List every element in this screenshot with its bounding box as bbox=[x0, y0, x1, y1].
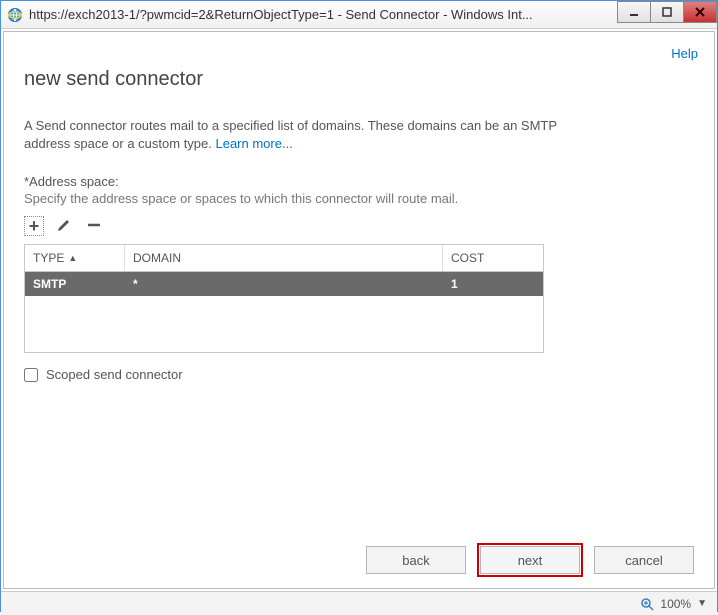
minus-icon bbox=[87, 218, 101, 235]
status-bar: 100% ▼ bbox=[1, 591, 717, 615]
cell-type: SMTP bbox=[25, 272, 125, 296]
window-titlebar: https://exch2013-1/?pwmcid=2&ReturnObjec… bbox=[1, 1, 717, 29]
plus-icon: + bbox=[29, 217, 40, 235]
next-button[interactable]: next bbox=[480, 546, 580, 574]
column-cost[interactable]: COST bbox=[443, 245, 543, 271]
wizard-footer: back next cancel bbox=[366, 546, 694, 574]
cell-cost: 1 bbox=[443, 272, 543, 296]
scoped-send-connector-checkbox[interactable] bbox=[24, 368, 38, 382]
zoom-icon[interactable] bbox=[640, 597, 654, 611]
address-space-grid: TYPE ▲ DOMAIN COST SMTP * 1 bbox=[24, 244, 544, 353]
column-domain[interactable]: DOMAIN bbox=[125, 245, 443, 271]
zoom-dropdown-icon[interactable]: ▼ bbox=[697, 598, 707, 609]
close-button[interactable] bbox=[683, 1, 717, 23]
description: A Send connector routes mail to a specif… bbox=[24, 117, 584, 152]
maximize-button[interactable] bbox=[650, 1, 684, 23]
pencil-icon bbox=[56, 217, 72, 236]
grid-header: TYPE ▲ DOMAIN COST bbox=[25, 245, 543, 272]
table-row[interactable]: SMTP * 1 bbox=[25, 272, 543, 296]
help-link[interactable]: Help bbox=[671, 46, 698, 61]
address-space-label: *Address space: bbox=[24, 174, 694, 189]
cancel-button[interactable]: cancel bbox=[594, 546, 694, 574]
content-frame: Help new send connector A Send connector… bbox=[3, 31, 715, 589]
sort-asc-icon: ▲ bbox=[68, 253, 77, 263]
page-title: new send connector bbox=[24, 68, 694, 91]
grid-body: SMTP * 1 bbox=[25, 272, 543, 352]
zoom-level: 100% bbox=[660, 597, 691, 611]
ie-icon bbox=[7, 7, 23, 23]
column-type[interactable]: TYPE ▲ bbox=[25, 245, 125, 271]
window-controls bbox=[618, 1, 717, 28]
address-space-sub: Specify the address space or spaces to w… bbox=[24, 191, 694, 206]
learn-more-link[interactable]: Learn more... bbox=[215, 136, 292, 151]
add-button[interactable]: + bbox=[24, 216, 44, 236]
edit-button[interactable] bbox=[54, 216, 74, 236]
cell-domain: * bbox=[125, 272, 443, 296]
remove-button[interactable] bbox=[84, 216, 104, 236]
minimize-button[interactable] bbox=[617, 1, 651, 23]
scoped-send-connector-row[interactable]: Scoped send connector bbox=[24, 367, 694, 382]
back-button[interactable]: back bbox=[366, 546, 466, 574]
window-title: https://exch2013-1/?pwmcid=2&ReturnObjec… bbox=[29, 7, 618, 22]
column-type-label: TYPE bbox=[33, 251, 64, 265]
grid-toolbar: + bbox=[24, 216, 694, 236]
scoped-send-connector-label: Scoped send connector bbox=[46, 367, 183, 382]
